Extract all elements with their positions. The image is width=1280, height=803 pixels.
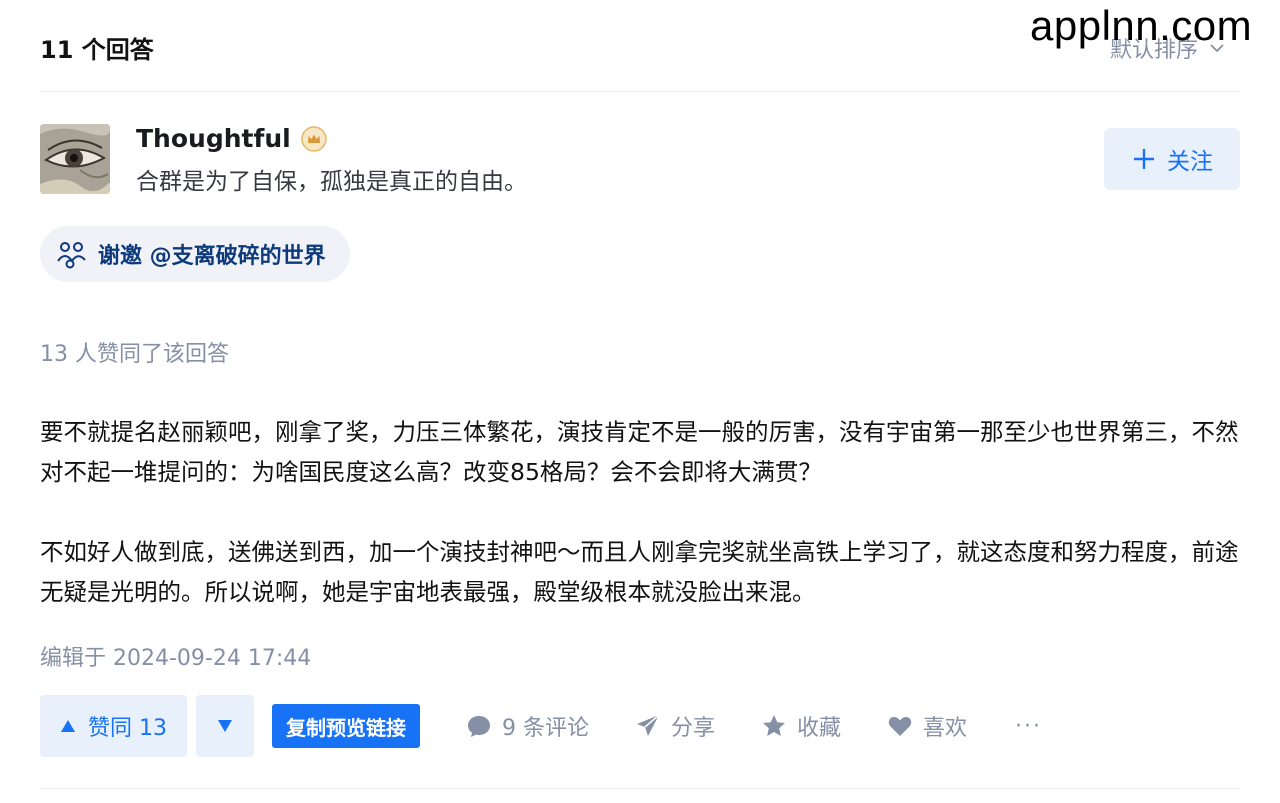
comments-button[interactable]: 9 条评论 bbox=[466, 710, 589, 742]
answer-count: 11 个回答 bbox=[40, 36, 154, 64]
vote-down-button[interactable] bbox=[196, 695, 254, 757]
avatar[interactable] bbox=[40, 124, 110, 194]
collect-button[interactable]: 收藏 bbox=[761, 710, 841, 742]
comments-label: 9 条评论 bbox=[502, 716, 589, 741]
author-info: Thoughtful 合群是为了自保，孤独是真正的自由。 关注 bbox=[40, 124, 1240, 196]
watermark: applnn.com bbox=[1030, 2, 1253, 49]
invite-text: 谢邀 @支离破碎的世界 bbox=[98, 244, 326, 269]
author-name-row: Thoughtful bbox=[136, 124, 327, 153]
follow-button[interactable]: 关注 bbox=[1104, 128, 1240, 190]
comment-icon bbox=[468, 716, 490, 737]
like-label: 喜欢 bbox=[923, 716, 968, 741]
star-icon bbox=[763, 715, 786, 736]
share-icon bbox=[637, 714, 660, 736]
answer-paragraph: 不如好人做到底，送佛送到西，加一个演技封神吧～而且人刚拿完奖就坐高铁上学习了，就… bbox=[40, 538, 1239, 606]
vote-up-label: 赞同 13 bbox=[88, 716, 167, 741]
plus-icon bbox=[1134, 149, 1154, 169]
footer-divider bbox=[40, 788, 1240, 789]
share-label: 分享 bbox=[671, 716, 716, 741]
like-button[interactable]: 喜欢 bbox=[887, 710, 967, 742]
votes-count-line: 13 人赞同了该回答 bbox=[40, 342, 229, 367]
header-divider bbox=[40, 91, 1240, 92]
answer-content: 要不就提名赵丽颖吧，刚拿了奖，力压三体繁花，演技肯定不是一般的厉害，没有宇宙第一… bbox=[40, 412, 1240, 612]
author-name[interactable]: Thoughtful bbox=[136, 124, 291, 153]
collect-label: 收藏 bbox=[797, 716, 842, 741]
heart-icon bbox=[888, 716, 912, 736]
edited-time[interactable]: 编辑于 2024-09-24 17:44 bbox=[40, 640, 311, 672]
answer-actions: 赞同 13 复制预览链接 9 条评论 分享 收藏 喜欢 ··· bbox=[40, 695, 1042, 757]
avatar-image bbox=[40, 124, 110, 194]
author-bio: 合群是为了自保，孤独是真正的自由。 bbox=[136, 169, 527, 195]
triangle-up-icon bbox=[61, 720, 75, 732]
share-button[interactable]: 分享 bbox=[635, 710, 715, 742]
invite-people-icon bbox=[57, 242, 86, 269]
invite-tag[interactable]: 谢邀 @支离破碎的世界 bbox=[40, 226, 350, 282]
more-button[interactable]: ··· bbox=[1015, 714, 1042, 739]
vote-up-button[interactable]: 赞同 13 bbox=[40, 695, 187, 757]
triangle-down-icon bbox=[218, 720, 232, 732]
answer-paragraph: 要不就提名赵丽颖吧，刚拿了奖，力压三体繁花，演技肯定不是一般的厉害，没有宇宙第一… bbox=[40, 418, 1239, 486]
copy-preview-link-button[interactable]: 复制预览链接 bbox=[272, 704, 420, 748]
follow-label: 关注 bbox=[1167, 149, 1213, 175]
crown-badge-icon bbox=[300, 125, 327, 152]
